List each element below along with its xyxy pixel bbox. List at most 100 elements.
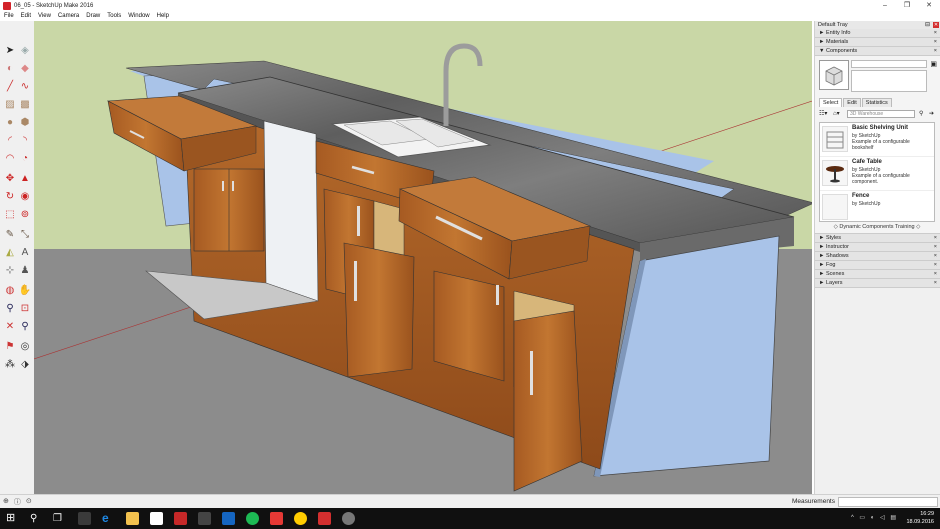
file-explorer-icon[interactable] — [126, 512, 139, 525]
edge-icon[interactable]: e — [102, 512, 115, 525]
list-item[interactable]: Basic Shelving Unit by SketchUp Example o… — [820, 123, 934, 157]
search-input[interactable]: 3D Warehouse — [847, 110, 915, 118]
text-icon[interactable]: A — [19, 247, 31, 259]
menu-tools[interactable]: Tools — [107, 13, 121, 19]
section-fog[interactable]: ► Fog × — [815, 261, 940, 270]
zoom-extents-icon[interactable]: ✕ — [4, 321, 16, 333]
view-options-icon[interactable]: ☷▾ — [819, 110, 827, 117]
footprints-icon[interactable]: ⁂ — [4, 359, 16, 371]
section-instructor[interactable]: ► Instructor × — [815, 243, 940, 252]
app-icon[interactable] — [342, 512, 355, 525]
close-window-button[interactable]: ✕ — [918, 0, 940, 11]
zoom-icon[interactable]: ⚲ — [4, 303, 16, 315]
make-component-icon[interactable]: ◈ — [19, 45, 31, 57]
close-icon[interactable]: × — [934, 234, 937, 243]
sketchup-taskbar-icon[interactable] — [318, 512, 331, 525]
paint-bucket-icon[interactable]: ◐ — [4, 63, 16, 75]
close-icon[interactable]: × — [934, 261, 937, 270]
close-icon[interactable]: × — [934, 252, 937, 261]
forward-icon[interactable]: ➔ — [929, 110, 934, 117]
menu-view[interactable]: View — [38, 13, 51, 19]
search-icon[interactable]: ⚲ — [919, 110, 923, 117]
menu-window[interactable]: Window — [128, 13, 149, 19]
rotate-icon[interactable]: ↻ — [4, 191, 16, 203]
scale-icon[interactable]: ⬚ — [4, 209, 16, 221]
spotify-icon[interactable] — [246, 512, 259, 525]
section-scenes[interactable]: ► Scenes × — [815, 270, 940, 279]
arc-icon[interactable]: ◜ — [4, 135, 16, 147]
pie-icon[interactable]: ◔ — [19, 153, 31, 165]
measurements-input[interactable] — [838, 497, 938, 507]
follow-me-icon[interactable]: ◉ — [19, 191, 31, 203]
select-icon[interactable]: ➤ — [4, 45, 16, 57]
pin-icon[interactable]: ⊟ — [925, 21, 930, 29]
app-icon[interactable] — [198, 512, 211, 525]
user-icon[interactable]: ⊙ — [26, 497, 32, 507]
polygon-icon[interactable]: ⬢ — [19, 117, 31, 129]
close-icon[interactable]: × — [934, 47, 937, 56]
menu-camera[interactable]: Camera — [58, 13, 79, 19]
orbit-icon[interactable]: ◍ — [4, 285, 16, 297]
section-layers[interactable]: ► Layers × — [815, 279, 940, 288]
clock[interactable]: 16:29 18.09.2016 — [906, 510, 934, 526]
close-icon[interactable]: ✕ — [933, 22, 939, 28]
dimension-icon[interactable]: ⤡ — [19, 229, 31, 241]
windows-start-icon[interactable]: ⊞ — [6, 512, 19, 525]
credits-icon[interactable]: ⓘ — [14, 497, 21, 507]
two-point-arc-icon[interactable]: ◝ — [19, 135, 31, 147]
eraser-icon[interactable]: ◆ — [19, 63, 31, 75]
section-styles[interactable]: ► Styles × — [815, 234, 940, 243]
red-app-icon[interactable] — [174, 512, 187, 525]
geolocation-icon[interactable]: ⊕ — [3, 497, 9, 507]
section-components[interactable]: ▼ Components × — [815, 47, 940, 56]
menu-file[interactable]: File — [4, 13, 14, 19]
modeling-viewport[interactable] — [34, 21, 812, 494]
walk-icon[interactable]: ⚑ — [4, 341, 16, 353]
blue-app-icon[interactable] — [222, 512, 235, 525]
details-icon[interactable]: ▣ — [930, 60, 937, 68]
close-icon[interactable]: × — [934, 38, 937, 47]
section-materials[interactable]: ► Materials × — [815, 38, 940, 47]
pan-icon[interactable]: ✋ — [19, 285, 31, 297]
freehand-icon[interactable]: ∿ — [19, 81, 31, 93]
system-tray-icons[interactable]: ^ ▭ ◐ ◁ ▤ — [851, 514, 898, 521]
section-entity-info[interactable]: ► Entity Info × — [815, 29, 940, 38]
home-icon[interactable]: ⌂▾ — [833, 110, 840, 117]
previous-view-icon[interactable]: ⚲ — [19, 321, 31, 333]
close-icon[interactable]: × — [934, 243, 937, 252]
close-icon[interactable]: × — [934, 279, 937, 288]
tab-statistics[interactable]: Statistics — [861, 98, 892, 107]
line-icon[interactable]: ╱ — [4, 81, 16, 93]
maximize-button[interactable]: ❐ — [896, 0, 918, 11]
circle-icon[interactable]: ● — [4, 117, 16, 129]
section-shadows[interactable]: ► Shadows × — [815, 252, 940, 261]
list-item[interactable]: Cafe Table by SketchUp Example of a confi… — [820, 157, 934, 191]
move-icon[interactable]: ✥ — [4, 173, 16, 185]
task-view-icon[interactable]: ❐ — [53, 512, 66, 525]
component-description-field[interactable] — [851, 70, 927, 92]
yandex-icon[interactable] — [294, 512, 307, 525]
store-icon[interactable] — [150, 512, 163, 525]
menu-help[interactable]: Help — [157, 13, 169, 19]
tab-edit[interactable]: Edit — [843, 98, 861, 107]
list-item[interactable]: Fence by SketchUp — [820, 191, 934, 221]
tab-select[interactable]: Select — [819, 98, 843, 107]
search-icon[interactable]: ⚲ — [30, 512, 43, 525]
close-icon[interactable]: × — [934, 270, 937, 279]
push-pull-icon[interactable]: ▲ — [19, 173, 31, 185]
protractor-icon[interactable]: ◭ — [4, 247, 16, 259]
rotated-rectangle-icon[interactable]: ▩ — [19, 99, 31, 111]
three-point-arc-icon[interactable]: ◠ — [4, 153, 16, 165]
rectangle-icon[interactable]: ▨ — [4, 99, 16, 111]
zoom-window-icon[interactable]: ⊡ — [19, 303, 31, 315]
axes-icon[interactable]: ⊹ — [4, 265, 16, 277]
offset-icon[interactable]: ⊚ — [19, 209, 31, 221]
training-link[interactable]: ◇ Dynamic Components Training ◇ — [819, 223, 935, 231]
menu-draw[interactable]: Draw — [86, 13, 100, 19]
look-around-icon[interactable]: ◎ — [19, 341, 31, 353]
3d-text-icon[interactable]: ♟ — [19, 265, 31, 277]
menu-edit[interactable]: Edit — [21, 13, 31, 19]
tape-measure-icon[interactable]: ✎ — [4, 229, 16, 241]
section-plane-icon[interactable]: ⬗ — [19, 359, 31, 371]
component-name-field[interactable] — [851, 60, 927, 68]
